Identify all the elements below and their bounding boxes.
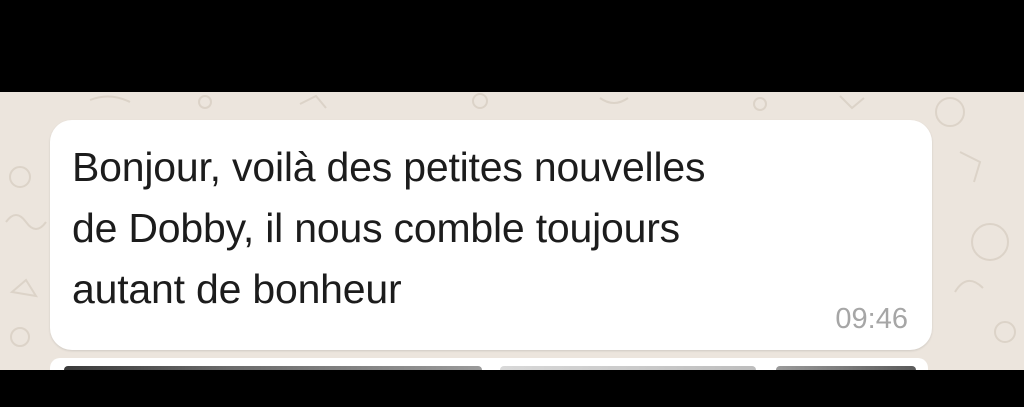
next-message-bubble[interactable] xyxy=(50,358,928,370)
message-line: de Dobby, il nous comble toujours xyxy=(72,205,680,251)
top-black-bar xyxy=(0,0,1024,92)
message-timestamp: 09:46 xyxy=(835,303,908,335)
chat-area[interactable]: Bonjour, voilà des petites nouvelles de D… xyxy=(0,92,1024,370)
chat-screenshot: Bonjour, voilà des petites nouvelles de D… xyxy=(0,0,1024,407)
bottom-black-bar xyxy=(0,370,1024,407)
message-bubble[interactable]: Bonjour, voilà des petites nouvelles de D… xyxy=(50,120,932,350)
message-line: autant de bonheur xyxy=(72,266,402,312)
message-line: Bonjour, voilà des petites nouvelles xyxy=(72,144,706,190)
message-text: Bonjour, voilà des petites nouvelles de D… xyxy=(72,137,902,320)
